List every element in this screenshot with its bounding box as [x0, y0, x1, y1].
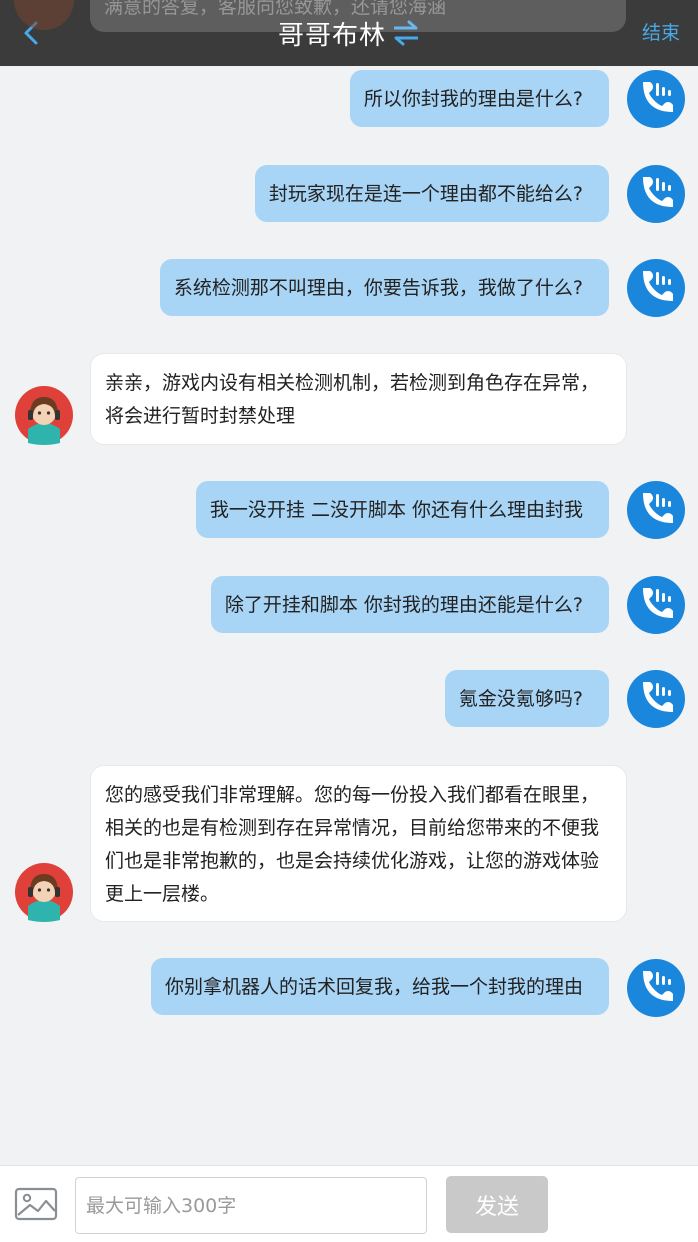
- image-icon[interactable]: [14, 1187, 58, 1221]
- outgoing-message: 氪金没氪够吗?: [444, 670, 609, 727]
- agent-avatar-icon: [15, 863, 73, 922]
- title-group[interactable]: 哥哥布林: [0, 0, 698, 66]
- outgoing-message: 封玩家现在是连一个理由都不能给么?: [254, 165, 609, 222]
- chat-title: 哥哥布林: [277, 20, 386, 51]
- incoming-message: 您的感受我们非常理解。您的每一份投入我们都看在眼里，相关的也是有检测到存在异常情…: [90, 765, 627, 922]
- outgoing-message: 除了开挂和脚本 你封我的理由还能是什么?: [210, 576, 609, 633]
- outgoing-message: 我一没开挂 二没开脚本 你还有什么理由封我: [195, 481, 609, 538]
- phone-avatar-icon: [627, 259, 685, 317]
- phone-avatar-icon: [627, 576, 685, 634]
- phone-avatar-icon: [627, 959, 685, 1017]
- phone-avatar-icon: [627, 670, 685, 728]
- send-button[interactable]: 发送: [446, 1176, 548, 1233]
- outgoing-message: 所以你封我的理由是什么?: [349, 70, 609, 127]
- message-input[interactable]: [75, 1177, 427, 1234]
- incoming-message: 亲亲，游戏内设有相关检测机制，若检测到角色存在异常，将会进行暂时封禁处理: [90, 353, 627, 445]
- outgoing-message: 系统检测那不叫理由，你要告诉我，我做了什么?: [159, 259, 609, 316]
- outgoing-message: 你别拿机器人的话术回复我，给我一个封我的理由: [150, 958, 609, 1015]
- phone-avatar-icon: [627, 70, 685, 128]
- swap-arrows-icon[interactable]: [392, 20, 420, 46]
- end-chat-button[interactable]: 结束: [642, 18, 680, 45]
- composer-bar: 发送: [0, 1165, 698, 1242]
- phone-avatar-icon: [627, 165, 685, 223]
- agent-avatar-icon: [15, 386, 73, 445]
- chat-header: 哥哥布林 结束: [0, 0, 698, 66]
- phone-avatar-icon: [627, 481, 685, 539]
